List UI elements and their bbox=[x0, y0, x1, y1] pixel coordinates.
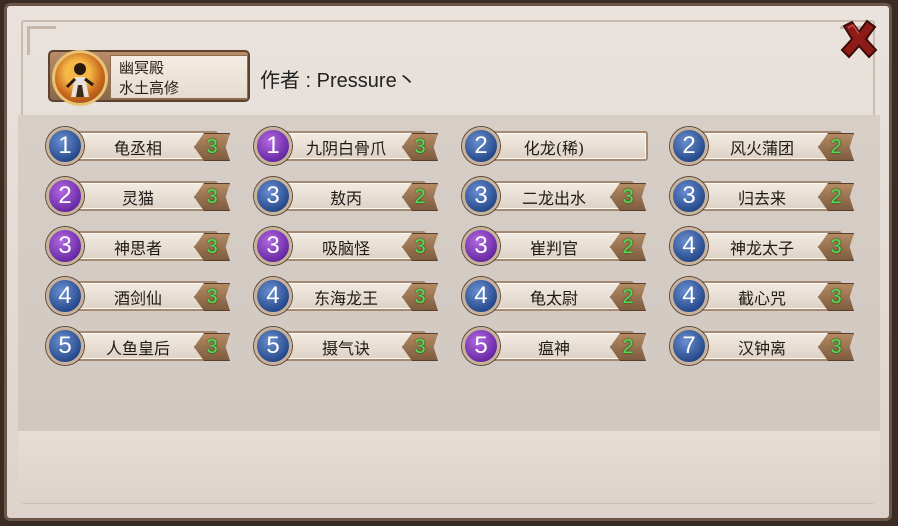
hero-subtitle: 水土高修 bbox=[119, 79, 180, 97]
hero-portrait-icon bbox=[52, 50, 108, 106]
card-name: 二龙出水 bbox=[521, 189, 586, 208]
card-name: 东海龙王 bbox=[313, 289, 378, 308]
card-cost-badge: 2 bbox=[670, 127, 708, 165]
card-name: 化龙(稀) bbox=[523, 139, 585, 158]
card-cost-badge: 4 bbox=[254, 277, 292, 315]
card-name: 崔判官 bbox=[529, 239, 578, 258]
card-cost-badge: 5 bbox=[254, 327, 292, 365]
card-name: 酒剑仙 bbox=[113, 289, 162, 308]
card-item[interactable]: 摄气诀 5 3 bbox=[248, 326, 440, 366]
card-cost-badge: 3 bbox=[46, 227, 84, 265]
hero-name: 幽冥殿 bbox=[119, 59, 165, 77]
card-item[interactable]: 人鱼皇后 5 3 bbox=[40, 326, 232, 366]
card-name: 灵猫 bbox=[121, 189, 154, 208]
card-item[interactable]: 九阴白骨爪 1 3 bbox=[248, 126, 440, 166]
card-name: 龟太尉 bbox=[529, 289, 578, 308]
card-name: 敖丙 bbox=[329, 189, 362, 208]
card-item[interactable]: 龟太尉 4 2 bbox=[456, 276, 648, 316]
card-cost-badge: 5 bbox=[462, 327, 500, 365]
card-item[interactable]: 吸脑怪 3 3 bbox=[248, 226, 440, 266]
card-name: 龟丞相 bbox=[113, 139, 162, 158]
hero-name-plate: 幽冥殿 水土高修 bbox=[110, 55, 248, 99]
card-name: 风火蒲团 bbox=[729, 139, 794, 158]
card-cost-badge: 3 bbox=[670, 177, 708, 215]
card-item[interactable]: 化龙(稀) 2 bbox=[456, 126, 648, 166]
card-name: 截心咒 bbox=[737, 289, 786, 308]
close-icon bbox=[840, 19, 878, 59]
card-cost-badge: 7 bbox=[670, 327, 708, 365]
card-cost-badge: 3 bbox=[462, 227, 500, 265]
card-item[interactable]: 崔判官 3 2 bbox=[456, 226, 648, 266]
card-item[interactable]: 瘟神 5 2 bbox=[456, 326, 648, 366]
close-button[interactable] bbox=[838, 18, 880, 60]
card-cost-badge: 2 bbox=[462, 127, 500, 165]
card-item[interactable]: 龟丞相 1 3 bbox=[40, 126, 232, 166]
card-item[interactable]: 神思者 3 3 bbox=[40, 226, 232, 266]
author-label: 作者 : Pressure丶 bbox=[260, 70, 417, 92]
card-cost-badge: 1 bbox=[254, 127, 292, 165]
card-item[interactable]: 归去来 3 2 bbox=[664, 176, 856, 216]
hero-card[interactable]: 幽冥殿 水土高修 bbox=[48, 50, 250, 106]
card-name: 吸脑怪 bbox=[321, 239, 370, 258]
card-item[interactable]: 酒剑仙 4 3 bbox=[40, 276, 232, 316]
card-cost-badge: 4 bbox=[462, 277, 500, 315]
card-item[interactable]: 神龙太子 4 3 bbox=[664, 226, 856, 266]
card-name: 神龙太子 bbox=[729, 239, 794, 258]
card-name: 摄气诀 bbox=[321, 339, 370, 358]
card-item[interactable]: 二龙出水 3 3 bbox=[456, 176, 648, 216]
card-item[interactable]: 敖丙 3 2 bbox=[248, 176, 440, 216]
card-name: 神思者 bbox=[113, 239, 162, 258]
card-item[interactable]: 东海龙王 4 3 bbox=[248, 276, 440, 316]
dialog-footer-area bbox=[18, 431, 880, 503]
card-name: 九阴白骨爪 bbox=[305, 139, 386, 158]
card-name: 瘟神 bbox=[537, 339, 570, 358]
deck-header: 幽冥殿 水土高修 作者 : Pressure丶 bbox=[48, 48, 448, 106]
card-cost-badge: 4 bbox=[46, 277, 84, 315]
card-cost-badge: 5 bbox=[46, 327, 84, 365]
card-cost-badge: 1 bbox=[46, 127, 84, 165]
card-cost-badge: 4 bbox=[670, 227, 708, 265]
card-name: 汉钟离 bbox=[737, 339, 786, 358]
card-cost-badge: 3 bbox=[254, 227, 292, 265]
card-item[interactable]: 风火蒲团 2 2 bbox=[664, 126, 856, 166]
card-cost-badge: 3 bbox=[462, 177, 500, 215]
card-cost-badge: 3 bbox=[254, 177, 292, 215]
card-item[interactable]: 截心咒 4 3 bbox=[664, 276, 856, 316]
card-item[interactable]: 汉钟离 7 3 bbox=[664, 326, 856, 366]
card-name: 人鱼皇后 bbox=[105, 339, 170, 358]
card-cost-badge: 2 bbox=[46, 177, 84, 215]
card-cost-badge: 4 bbox=[670, 277, 708, 315]
card-name: 归去来 bbox=[737, 189, 786, 208]
card-item[interactable]: 灵猫 2 3 bbox=[40, 176, 232, 216]
card-list-panel: 龟丞相 1 3 九阴白骨爪 1 3 化龙(稀) 2 风火蒲团 2 2 灵猫 2 3 敖丙 3 2 二龙出水 3 3 归去… bbox=[18, 115, 880, 431]
